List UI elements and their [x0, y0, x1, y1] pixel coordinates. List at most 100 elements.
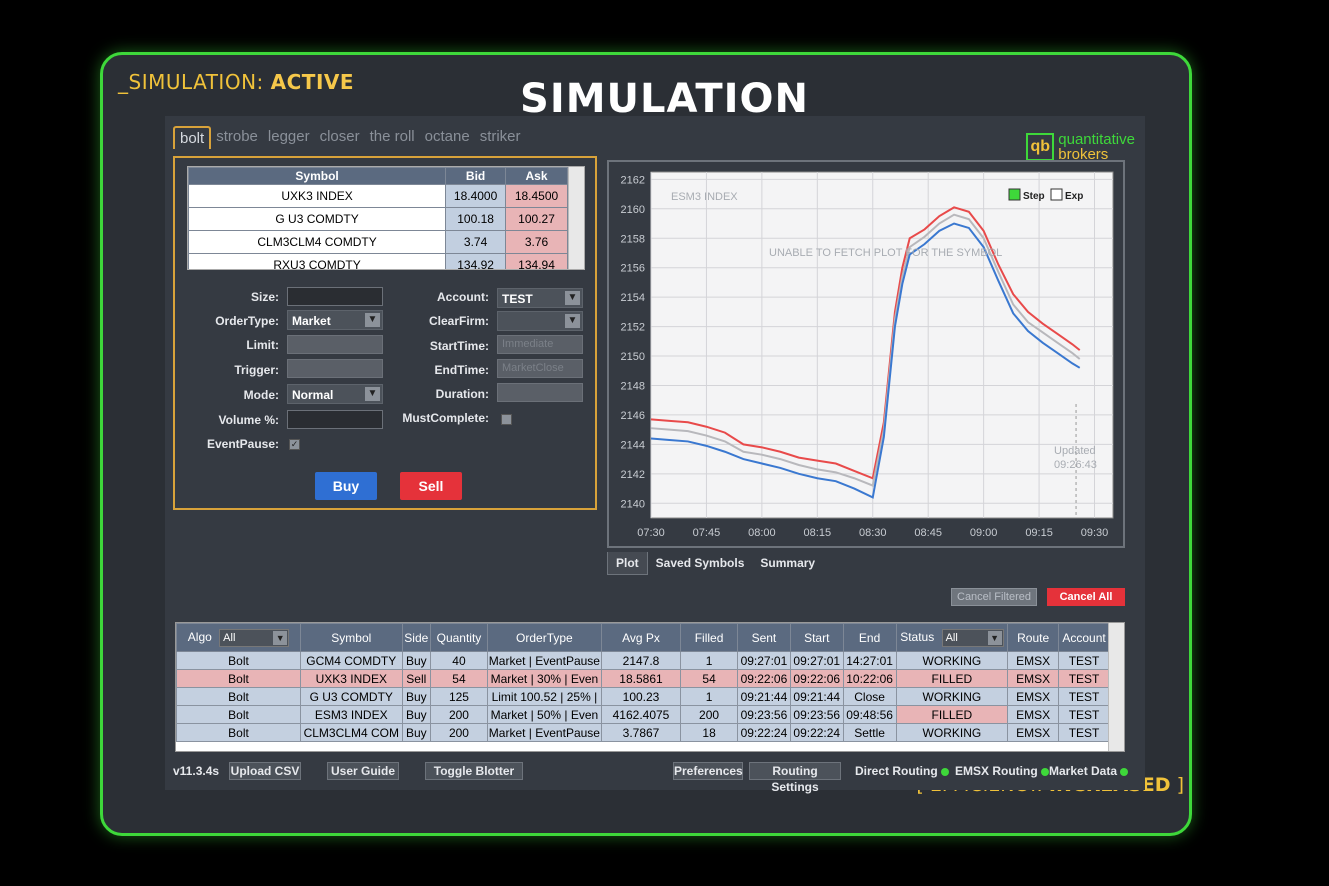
direct-routing-label: Direct Routing [855, 764, 938, 778]
status-filter-select[interactable]: All ▼ [941, 628, 1004, 647]
trigger-input[interactable] [287, 359, 383, 378]
blotter-header-side[interactable]: Side [401, 623, 432, 652]
eventpause-checkbox[interactable]: ✓ [289, 439, 300, 450]
blotter-cell-ordertype: Market | EventPause [486, 651, 602, 670]
blotter-header-quantity[interactable]: Quantity [430, 623, 488, 652]
quote-bid: 3.74 [445, 230, 507, 254]
blotter-cell-ordertype: Limit 100.52 | 25% | [486, 687, 602, 706]
quotes-header-bid: Bid [445, 167, 507, 185]
tab-octane[interactable]: octane [420, 126, 475, 149]
blotter-cell-route: EMSX [1007, 651, 1060, 670]
account-value: TEST [502, 292, 533, 306]
blotter-cell-quantity: 40 [430, 651, 488, 670]
algo-filter-select[interactable]: All ▼ [219, 628, 290, 647]
status-dot-icon [1120, 767, 1129, 776]
user-guide-button[interactable]: User Guide [327, 762, 399, 780]
quote-row[interactable]: CLM3CLM4 COMDTY 3.74 3.76 [188, 230, 568, 254]
blotter-cell-side: Buy [401, 705, 432, 724]
tab-legger[interactable]: legger [263, 126, 315, 149]
quote-ask: 100.27 [505, 207, 568, 231]
chart-tabs: Plot Saved Symbols Summary [607, 552, 823, 575]
quote-row[interactable]: G U3 COMDTY 100.18 100.27 [188, 207, 568, 231]
tab-closer[interactable]: closer [315, 126, 365, 149]
blotter-header-ordertype[interactable]: OrderType [486, 623, 602, 652]
ordertype-select[interactable]: Market ▼ [287, 310, 383, 330]
table-row[interactable]: Bolt ESM3 INDEX Buy 200 Market | 50% | Even 4… [176, 705, 1110, 724]
preferences-button[interactable]: Preferences [673, 762, 743, 780]
cancel-all-button[interactable]: Cancel All [1047, 588, 1125, 606]
mustcomplete-checkbox[interactable] [501, 414, 512, 425]
endtime-input[interactable]: MarketClose [497, 359, 583, 378]
account-label: Account: [437, 290, 489, 304]
blotter-header-algo-label: Algo [187, 629, 212, 644]
cancel-filtered-button[interactable]: Cancel Filtered [951, 588, 1037, 606]
blotter-header-route[interactable]: Route [1007, 623, 1060, 652]
blotter-header-symbol[interactable]: Symbol [299, 623, 403, 652]
limit-input[interactable] [287, 335, 383, 354]
blotter-cell-algo: Bolt [176, 723, 301, 742]
x-tick-label: 09:00 [970, 527, 998, 539]
table-row[interactable]: Bolt G U3 COMDTY Buy 125 Limit 100.52 | 25% … [176, 687, 1110, 706]
x-tick-label: 07:45 [693, 527, 721, 539]
quote-bid: 18.4000 [445, 184, 507, 208]
tab-bolt[interactable]: bolt [173, 126, 212, 149]
blotter-cell-filled: 1 [680, 687, 739, 706]
clearfirm-select[interactable]: ▼ [497, 311, 583, 331]
blotter-cell-route: EMSX [1007, 687, 1060, 706]
blotter-cell-account: TEST [1058, 687, 1110, 706]
tab-plot[interactable]: Plot [607, 552, 648, 575]
blotter-cell-symbol: G U3 COMDTY [299, 687, 403, 706]
table-row[interactable]: Bolt GCM4 COMDTY Buy 40 Market | EventPause 2… [176, 651, 1110, 670]
quote-row[interactable]: UXK3 INDEX 18.4000 18.4500 [188, 184, 568, 208]
algo-tabs: bolt strobe legger closer the roll octan… [173, 126, 526, 149]
toggle-blotter-button[interactable]: Toggle Blotter [425, 762, 523, 780]
blotter-header-avgpx[interactable]: Avg Px [600, 623, 682, 652]
blotter-cell-end: 10:22:06 [842, 669, 897, 688]
quote-symbol: CLM3CLM4 COMDTY [188, 230, 447, 254]
clearfirm-label: ClearFirm: [428, 314, 489, 328]
blotter-cell-start: 09:22:24 [789, 723, 844, 742]
blotter-header-account[interactable]: Account [1058, 623, 1110, 652]
blotter-header-filled[interactable]: Filled [680, 623, 739, 652]
table-row[interactable]: Bolt UXK3 INDEX Sell 54 Market | 30% | Even 1… [176, 669, 1110, 688]
volume-label: Volume %: [218, 413, 279, 427]
blotter-cell-status: WORKING [895, 723, 1009, 742]
tab-striker[interactable]: striker [475, 126, 526, 149]
routing-settings-button[interactable]: Routing Settings [749, 762, 841, 794]
emsx-routing-label: EMSX Routing [955, 764, 1038, 778]
tab-strobe[interactable]: strobe [211, 126, 263, 149]
mode-select[interactable]: Normal ▼ [287, 384, 383, 404]
duration-input[interactable] [497, 383, 583, 402]
blotter-cell-status: WORKING [895, 687, 1009, 706]
blotter-scrollbar[interactable] [1108, 623, 1124, 751]
blotter-header-end[interactable]: End [842, 623, 897, 652]
quotes-scrollbar[interactable] [568, 167, 584, 269]
blotter-cell-end: 09:48:56 [842, 705, 897, 724]
tab-saved-symbols[interactable]: Saved Symbols [648, 552, 753, 575]
blotter-cell-filled: 200 [680, 705, 739, 724]
chevron-down-icon: ▼ [987, 630, 1002, 645]
blotter-header-start[interactable]: Start [789, 623, 844, 652]
account-select[interactable]: TEST ▼ [497, 288, 583, 308]
blotter-cell-algo: Bolt [176, 669, 301, 688]
quotes-header-symbol: Symbol [188, 167, 447, 185]
brand-logo: qb quantitative brokers [1026, 132, 1135, 162]
limit-label: Limit: [246, 338, 279, 352]
volume-input[interactable] [287, 410, 383, 429]
sell-button[interactable]: Sell [400, 472, 462, 500]
blotter-cell-ordertype: Market | 50% | Even [486, 705, 602, 724]
blotter-cell-sent: 09:23:56 [737, 705, 791, 724]
size-input[interactable] [287, 287, 383, 306]
legend-exp-label: Exp [1065, 191, 1083, 202]
quote-row[interactable]: RXU3 COMDTY 134.92 134.94 [188, 253, 568, 269]
blotter-header-status: Status All ▼ [895, 623, 1009, 652]
blotter-cell-end: 14:27:01 [842, 651, 897, 670]
upload-csv-button[interactable]: Upload CSV [229, 762, 301, 780]
tab-the-roll[interactable]: the roll [365, 126, 420, 149]
tab-summary[interactable]: Summary [752, 552, 823, 575]
blotter-header-sent[interactable]: Sent [737, 623, 791, 652]
buy-button[interactable]: Buy [315, 472, 377, 500]
table-row[interactable]: Bolt CLM3CLM4 COM Buy 200 Market | EventPaus… [176, 723, 1110, 742]
status-dot-icon [1040, 767, 1049, 776]
starttime-input[interactable]: Immediate [497, 335, 583, 354]
